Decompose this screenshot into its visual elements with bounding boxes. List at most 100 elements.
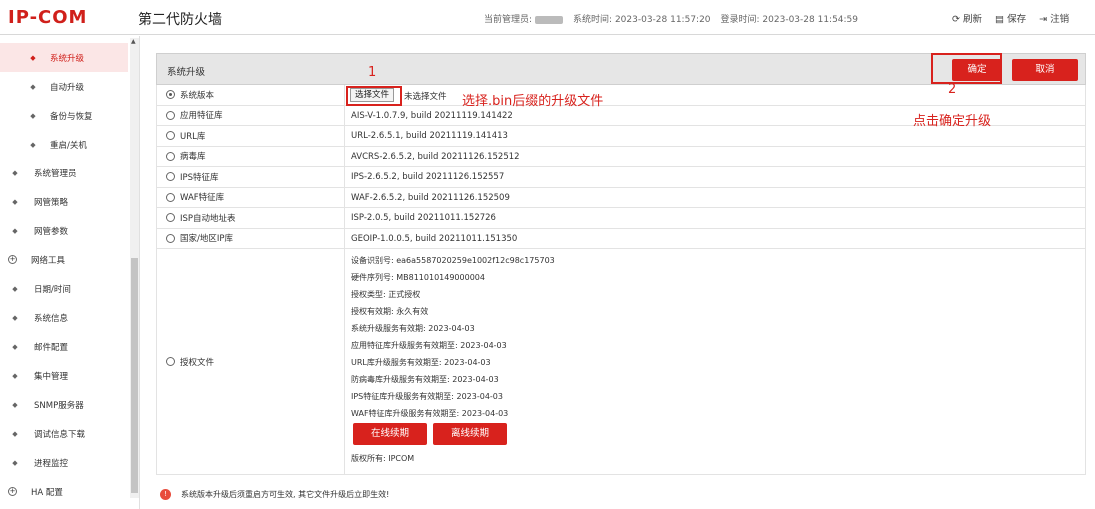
radio-geoip[interactable] [166, 233, 175, 243]
license-line: IPS特征库升级服务有效期至: 2023-04-03 [351, 392, 503, 401]
logo: IP-COM [8, 7, 88, 28]
top-bar: IP-COM 第二代防火墙 当前管理员: 系统时间: 2023-03-28 11:… [0, 0, 1095, 35]
sidebar: ◆ 系统升级 ◆ 自动升级 ◆ 备份与恢复 ◆ 重启/关机 ◆ 系统管理员 ◆ 网管策略 ◆… [0, 36, 140, 509]
radio-ips-signature[interactable] [166, 172, 175, 182]
row-value: AIS-V-1.0.7.9, build 20211119.141422 [351, 110, 513, 121]
expand-icon: + [8, 487, 17, 496]
refresh-button[interactable]: ⟳ 刷新 [952, 14, 982, 25]
row-label-text: 应用特征库 [180, 111, 223, 122]
scrollbar-thumb[interactable] [131, 258, 138, 493]
sidebar-item-mgmt-params[interactable]: ◆ 网管参数 [0, 216, 128, 245]
sidebar-item-snmp[interactable]: ◆ SNMP服务器 [0, 390, 128, 419]
row-label: IPS特征库 [157, 167, 345, 187]
highlight-confirm [931, 53, 1002, 84]
sidebar-item-label: 集中管理 [34, 371, 69, 382]
license-line: 硬件序列号: MB811010149000004 [351, 273, 485, 282]
row-system-version: 系统版本 选择文件 未选择文件 [156, 85, 1086, 106]
refresh-label: 刷新 [963, 14, 983, 25]
sidebar-item-label: 网管策略 [34, 197, 69, 208]
sidebar-item-network-tools[interactable]: + 网络工具 [0, 245, 128, 274]
radio-url-lib[interactable] [166, 131, 175, 141]
bullet-icon: ◆ [12, 197, 18, 206]
sidebar-item-debug-download[interactable]: ◆ 调试信息下载 [0, 419, 128, 448]
logout-button[interactable]: ⇥ 注销 [1039, 14, 1069, 25]
sidebar-item-auto-upgrade[interactable]: ◆ 自动升级 [0, 72, 128, 101]
row-value: AVCRS-2.6.5.2, build 20211126.152512 [351, 151, 520, 162]
sidebar-item-label: SNMP服务器 [34, 400, 84, 411]
bullet-icon: ◆ [12, 168, 18, 177]
row-label: 授权文件 [157, 249, 345, 474]
bullet-icon: ◆ [12, 313, 18, 322]
sidebar-item-label: 进程监控 [34, 458, 69, 469]
panel-title: 系统升级 [167, 67, 206, 78]
save-icon: ▤ [995, 14, 1005, 25]
license-line: 防病毒库升级服务有效期至: 2023-04-03 [351, 375, 499, 384]
admin-name-redacted [535, 15, 564, 24]
sidebar-item-ha-config[interactable]: + HA 配置 [0, 477, 128, 506]
row-geoip: 国家/地区IP库 GEOIP-1.0.0.5, build 20211011.15… [156, 228, 1086, 249]
sidebar-item-label: 自动升级 [50, 82, 85, 93]
license-line: URL库升级服务有效期至: 2023-04-03 [351, 358, 491, 367]
sidebar-item-reboot-shutdown[interactable]: ◆ 重启/关机 [0, 130, 128, 159]
sidebar-item-backup-restore[interactable]: ◆ 备份与恢复 [0, 101, 128, 130]
row-label: ISP自动地址表 [157, 208, 345, 228]
warning-icon: ! [160, 489, 171, 500]
license-line: 授权类型: 正式授权 [351, 290, 421, 299]
radio-isp-table[interactable] [166, 213, 175, 223]
app-title: 第二代防火墙 [138, 12, 222, 28]
scroll-up-icon[interactable]: ▲ [131, 38, 136, 45]
row-label: 国家/地区IP库 [157, 228, 345, 248]
sidebar-item-mail-config[interactable]: ◆ 邮件配置 [0, 332, 128, 361]
sidebar-item-label: 系统管理员 [34, 168, 77, 179]
radio-virus-lib[interactable] [166, 151, 175, 161]
row-value: IPS-2.6.5.2, build 20211126.152557 [351, 172, 505, 182]
radio-waf-signature[interactable] [166, 192, 175, 202]
row-label-text: ISP自动地址表 [180, 213, 236, 224]
cancel-button[interactable]: 取消 [1012, 59, 1078, 81]
sidebar-item-label: 系统升级 [50, 53, 85, 64]
row-url-lib: URL库 URL-2.6.5.1, build 20211119.141413 [156, 126, 1086, 147]
sidebar-item-system-admin[interactable]: ◆ 系统管理员 [0, 158, 128, 187]
annotation-step2: 2 [948, 82, 957, 97]
radio-system-version[interactable] [166, 90, 175, 100]
annotation-step1-text: 选择.bin后缀的升级文件 [462, 94, 604, 109]
row-label-text: IPS特征库 [180, 172, 219, 183]
row-label-text: WAF特征库 [180, 193, 225, 204]
notice-text: 系统版本升级后须重启方可生效, 其它文件升级后立即生效! [181, 490, 390, 499]
bullet-icon: ◆ [12, 429, 18, 438]
bullet-icon: ◆ [12, 284, 18, 293]
annotation-step1: 1 [368, 65, 377, 80]
header-actions: ⟳ 刷新 ▤ 保存 ⇥ 注销 [952, 11, 1079, 25]
sidebar-item-system-info[interactable]: ◆ 系统信息 [0, 303, 128, 332]
sidebar-item-central-mgmt[interactable]: ◆ 集中管理 [0, 361, 128, 390]
sidebar-item-label: 重启/关机 [50, 140, 87, 151]
license-line: WAF特征库升级服务有效期至: 2023-04-03 [351, 409, 509, 418]
sidebar-item-label: 备份与恢复 [50, 111, 93, 122]
sidebar-item-label: 邮件配置 [34, 342, 69, 353]
sidebar-item-label: 网络工具 [31, 255, 66, 266]
sidebar-item-label: 调试信息下载 [34, 429, 86, 440]
sidebar-item-label: HA 配置 [31, 487, 63, 498]
sidebar-item-label: 网管参数 [34, 226, 69, 237]
sidebar-item-system-upgrade[interactable]: ◆ 系统升级 [0, 43, 128, 72]
sidebar-item-process-monitor[interactable]: ◆ 进程监控 [0, 448, 128, 477]
save-button[interactable]: ▤ 保存 [995, 14, 1026, 25]
bullet-icon: ◆ [30, 140, 36, 149]
sidebar-item-mgmt-policy[interactable]: ◆ 网管策略 [0, 187, 128, 216]
sidebar-item-date-time[interactable]: ◆ 日期/时间 [0, 274, 128, 303]
radio-license[interactable] [166, 357, 175, 366]
license-line: 系统升级服务有效期: 2023-04-03 [351, 324, 475, 333]
bullet-icon: ◆ [30, 111, 36, 120]
row-label-text: 病毒库 [180, 152, 206, 163]
row-ips-signature: IPS特征库 IPS-2.6.5.2, build 20211126.152557 [156, 167, 1086, 188]
offline-renew-button[interactable]: 离线续期 [433, 423, 507, 445]
bullet-icon: ◆ [30, 53, 36, 62]
bullet-icon: ◆ [12, 400, 18, 409]
row-label: 病毒库 [157, 146, 345, 166]
highlight-choose-file [346, 86, 402, 106]
bullet-icon: ◆ [12, 342, 18, 351]
radio-app-signature[interactable] [166, 110, 175, 120]
row-label-text: 国家/地区IP库 [180, 234, 233, 245]
expand-icon: + [8, 255, 17, 264]
online-renew-button[interactable]: 在线续期 [353, 423, 427, 445]
